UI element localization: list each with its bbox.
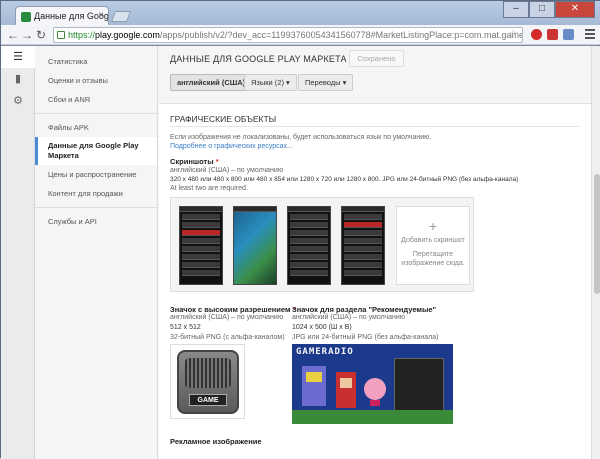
hires-size: 512 x 512 (170, 324, 201, 331)
screenshots-sizes: 320 x 480 или 480 x 800 или 480 x 854 ил… (170, 176, 519, 183)
stats-icon[interactable]: ▮ (1, 68, 35, 90)
drag-hint: Перетащите изображение сюда. (401, 251, 465, 267)
icon-text: GAME (189, 394, 227, 406)
sidebar-item-ratings[interactable]: Оценки и отзывы (35, 71, 157, 90)
browser-window: Данные для Google Play × – □ ✕ ← → ↻ htt… (0, 0, 600, 459)
screenshot-thumbnail[interactable] (179, 206, 223, 285)
screenshots-default-lang: английский (США) – по умолчанию (170, 167, 284, 174)
screenshot-thumbnail[interactable] (233, 206, 277, 285)
url-protocol: https:// (68, 30, 96, 40)
screenshot-thumbnail[interactable] (287, 206, 331, 285)
lock-icon (57, 31, 65, 39)
menu-icon[interactable]: ☰ (1, 46, 35, 68)
featured-title: GAMERADIO (296, 347, 354, 357)
mail-icon[interactable] (563, 29, 574, 40)
close-window-icon[interactable]: ✕ (555, 1, 595, 18)
window-controls: – □ ✕ (503, 1, 595, 18)
plus-icon: + (428, 218, 438, 234)
hires-default-lang: английский (США) – по умолчанию (170, 314, 284, 321)
featured-default-lang: английский (США) – по умолчанию (292, 314, 406, 321)
browser-tab[interactable]: Данные для Google Play × (15, 6, 109, 26)
url-path: /apps/publish/v2/?dev_acc=11993760054341… (159, 30, 523, 40)
screenshots-dropzone[interactable]: + Добавить скриншот Перетащите изображен… (170, 197, 474, 292)
new-tab-button[interactable] (110, 11, 132, 22)
promo-label: Рекламное изображение (170, 437, 262, 446)
intro-text: Если изображения не локализованы, будет … (170, 134, 432, 141)
more-info-link[interactable]: Подробнее о графических ресурсах... (170, 143, 293, 150)
sidebar-item-stats[interactable]: Статистика (35, 52, 157, 71)
divider (35, 207, 157, 208)
minimize-icon[interactable]: – (503, 1, 529, 18)
sidebar-item-crashes[interactable]: Сбои и ANR (35, 90, 157, 109)
address-bar[interactable]: https://play.google.com/apps/publish/v2/… (53, 27, 523, 43)
featured-graphic-image[interactable]: GAMERADIO (292, 344, 453, 424)
featured-size: 1024 x 500 (Ш x В) (292, 324, 352, 331)
languages-dropdown[interactable]: Языки (2) ▾ (244, 74, 297, 91)
reload-icon[interactable]: ↻ (36, 28, 46, 42)
back-icon[interactable]: ← (7, 28, 19, 42)
page: ☰ ▮ ⚙ Статистика Оценки и отзывы Сбои и … (1, 46, 600, 459)
scrollbar-thumb[interactable] (594, 174, 600, 294)
sidebar-item-services[interactable]: Службы и API (35, 212, 157, 231)
side-navigation: Статистика Оценки и отзывы Сбои и ANR Фа… (35, 46, 158, 459)
page-title: ДАННЫЕ ДЛЯ GOOGLE PLAY МАРКЕТА (170, 54, 347, 64)
url-host: play.google.com (95, 30, 160, 40)
title-bar: Данные для Google Play × – □ ✕ (1, 1, 600, 26)
icon-rail: ☰ ▮ ⚙ (1, 46, 35, 459)
screenshot-thumbnail[interactable] (341, 206, 385, 285)
extension-icon[interactable] (531, 29, 542, 40)
add-screenshot-label: Добавить скриншот (401, 237, 465, 244)
translations-dropdown[interactable]: Переводы ▾ (298, 74, 354, 91)
sidebar-item-pricing[interactable]: Цены и распространение (35, 165, 157, 184)
screenshots-label: Скриншоты * (170, 157, 219, 166)
featured-label: Значок для раздела "Рекомендуемые" (292, 305, 437, 314)
hires-format: 32-битный PNG (с альфа-каналом) (170, 334, 285, 341)
saved-button[interactable]: Сохранено (349, 50, 404, 67)
section-title: ГРАФИЧЕСКИЕ ОБЪЕКТЫ (170, 114, 277, 124)
sidebar-item-apk[interactable]: Файлы APK (35, 118, 157, 137)
close-tab-icon[interactable]: × (98, 10, 104, 21)
menu-icon[interactable] (585, 29, 595, 39)
forward-icon[interactable]: → (21, 28, 33, 42)
divider (170, 126, 580, 127)
page-header: ДАННЫЕ ДЛЯ GOOGLE PLAY МАРКЕТА Сохранено… (159, 46, 591, 104)
hires-icon-label: Значок с высоким разрешением * (170, 305, 296, 314)
screenshots-hint: At least two are required. (170, 185, 248, 192)
extension-icon[interactable] (547, 29, 558, 40)
featured-format: JPG или 24-битный PNG (без альфа-канала) (292, 334, 439, 341)
browser-toolbar: ← → ↻ https://play.google.com/apps/publi… (1, 25, 600, 45)
settings-icon[interactable]: ⚙ (1, 90, 35, 112)
hires-icon-image[interactable]: GAME (170, 344, 245, 419)
main-content: ДАННЫЕ ДЛЯ GOOGLE PLAY МАРКЕТА Сохранено… (159, 46, 591, 459)
scrollbar[interactable] (591, 46, 600, 459)
bookmark-star-icon[interactable]: ☆ (509, 29, 518, 40)
sidebar-item-store-listing[interactable]: Данные для Google Play Маркета (35, 137, 157, 165)
language-english-button[interactable]: английский (США) (170, 74, 253, 91)
radio-icon: GAME (177, 350, 239, 414)
divider (35, 113, 157, 114)
add-screenshot-button[interactable]: + Добавить скриншот Перетащите изображен… (396, 206, 470, 285)
favicon-icon (21, 12, 31, 22)
sidebar-item-in-app[interactable]: Контент для продажи (35, 184, 157, 203)
maximize-icon[interactable]: □ (529, 1, 555, 18)
